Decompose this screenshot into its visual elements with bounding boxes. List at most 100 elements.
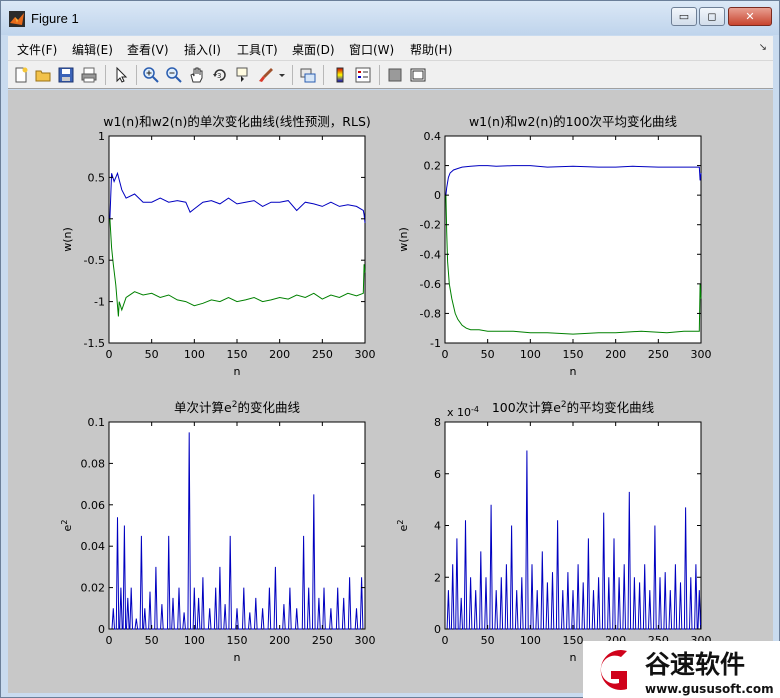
axis-scale-factor: x 10-4 — [447, 405, 479, 420]
x-tick-label: 50 — [145, 634, 159, 647]
plot-area — [108, 135, 366, 344]
brush-icon[interactable] — [257, 66, 275, 84]
open-icon[interactable] — [34, 66, 52, 84]
x-tick-label: 200 — [269, 634, 290, 647]
y-tick-label: -0.8 — [420, 307, 441, 320]
x-tick-label: 0 — [106, 348, 113, 361]
y-axis-label: w(n) — [397, 227, 410, 252]
svg-text:3: 3 — [217, 72, 221, 80]
toolbar: 3 — [8, 61, 773, 89]
close-button[interactable]: ✕ — [728, 7, 772, 26]
x-axis-label: n — [234, 365, 241, 378]
zoom-in-icon[interactable] — [142, 66, 160, 84]
x-tick-label: 100 — [184, 348, 205, 361]
toolbar-separator — [136, 65, 137, 85]
pan-icon[interactable] — [188, 66, 206, 84]
x-tick-label: 200 — [605, 348, 626, 361]
y-tick-label: 0.04 — [81, 540, 106, 553]
x-tick-label: 100 — [520, 348, 541, 361]
y-tick-label: 1 — [98, 130, 105, 143]
y-tick-label: 6 — [434, 468, 441, 481]
menu-help[interactable]: 帮助(H) — [410, 41, 452, 58]
y-tick-label: 0.08 — [81, 457, 106, 470]
legend-icon[interactable] — [354, 66, 372, 84]
zoom-out-icon[interactable] — [165, 66, 183, 84]
watermark-url: www.gususoft.com — [645, 682, 774, 696]
menu-window[interactable]: 窗口(W) — [349, 41, 394, 58]
y-tick-label: 0.5 — [88, 171, 106, 184]
x-tick-label: 250 — [312, 348, 333, 361]
y-tick-label: 0.02 — [81, 582, 106, 595]
y-axis-label: e2 — [60, 520, 75, 532]
x-tick-label: 100 — [520, 634, 541, 647]
x-tick-label: 250 — [312, 634, 333, 647]
menu-tools[interactable]: 工具(T) — [237, 41, 278, 58]
x-tick-label: 0 — [442, 348, 449, 361]
y-tick-label: 0.1 — [88, 416, 106, 429]
watermark-brand: 谷速软件 — [645, 650, 745, 679]
y-tick-label: 2 — [434, 571, 441, 584]
menu-view[interactable]: 查看(V) — [127, 41, 169, 58]
x-tick-label: 0 — [442, 634, 449, 647]
menu-bar: 文件(F) 编辑(E) 查看(V) 插入(I) 工具(T) 桌面(D) 窗口(W… — [8, 36, 773, 61]
y-tick-label: -0.5 — [84, 254, 105, 267]
data-cursor-icon[interactable] — [234, 66, 252, 84]
menu-edit[interactable]: 编辑(E) — [72, 41, 113, 58]
figure-canvas: 0 50 100 150 200 250 300 -1.5 -1 -0.5 0 0.5 1 w1(n)和w… — [8, 90, 773, 693]
menu-desktop[interactable]: 桌面(D) — [292, 41, 335, 58]
x-tick-label: 150 — [227, 634, 248, 647]
axes-4: 0 50 100 150 200 250 30002468100次计算e2的平均变化曲线ne… — [396, 400, 712, 664]
toolbar-separator — [105, 65, 106, 85]
hide-plot-tools-icon[interactable] — [386, 66, 404, 84]
x-tick-label: 50 — [481, 634, 495, 647]
toolbar-separator — [323, 65, 324, 85]
y-tick-label: -0.6 — [420, 278, 441, 291]
x-tick-label: 300 — [355, 348, 376, 361]
x-tick-label: 300 — [691, 348, 712, 361]
window-title: Figure 1 — [31, 11, 79, 26]
x-axis-label: n — [234, 651, 241, 664]
x-tick-label: 50 — [481, 348, 495, 361]
colorbar-icon[interactable] — [331, 66, 349, 84]
dock-arrow-icon[interactable]: ↘ — [759, 42, 767, 53]
y-axis-label: e2 — [396, 520, 411, 532]
x-tick-label: 50 — [145, 348, 159, 361]
dropdown-arrow-icon[interactable] — [277, 66, 287, 84]
x-tick-label: 250 — [648, 348, 669, 361]
y-tick-label: 4 — [434, 520, 441, 533]
toolbar-separator — [292, 65, 293, 85]
new-figure-icon[interactable] — [12, 66, 30, 84]
watermark-logo: 谷速软件 www.gususoft.com — [583, 641, 780, 698]
show-plot-tools-icon[interactable] — [409, 66, 427, 84]
axes-title: 单次计算e2的变化曲线 — [174, 400, 300, 415]
plot-area — [108, 421, 366, 630]
y-tick-label: 0.2 — [424, 160, 442, 173]
select-arrow-icon[interactable] — [112, 66, 130, 84]
y-tick-label: 0 — [434, 623, 441, 636]
axes-3: 0 50 100 150 200 250 300 0 0.02 0.04 0.06 0.08 0.1 单次… — [60, 400, 376, 664]
x-tick-label: 150 — [227, 348, 248, 361]
axes-1: 0 50 100 150 200 250 300 -1.5 -1 -0.5 0 0.5 1w1(n)和w… — [61, 114, 376, 378]
title-bar: Figure 1 ▭ ◻ ✕ — [1, 1, 779, 35]
toolbar-separator — [379, 65, 380, 85]
x-axis-label: n — [570, 651, 577, 664]
x-tick-label: 200 — [269, 348, 290, 361]
maximize-button[interactable]: ◻ — [699, 7, 725, 26]
menu-insert[interactable]: 插入(I) — [184, 41, 221, 58]
axes-2: 0 50 100 150 200 250 300 -1 -0.8 -0.6 -0.4 -0.2 0 0.2… — [397, 114, 712, 378]
y-tick-label: 0 — [434, 189, 441, 202]
y-tick-label: 0.06 — [81, 499, 106, 512]
x-tick-label: 100 — [184, 634, 205, 647]
save-icon[interactable] — [57, 66, 75, 84]
y-tick-label: 8 — [434, 416, 441, 429]
minimize-button[interactable]: ▭ — [671, 7, 697, 26]
x-tick-label: 150 — [563, 634, 584, 647]
axes-title: w1(n)和w2(n)的单次变化曲线(线性预测，RLS) — [103, 114, 371, 129]
x-axis-label: n — [570, 365, 577, 378]
link-plot-icon[interactable] — [299, 66, 317, 84]
print-icon[interactable] — [80, 66, 98, 84]
y-tick-label: -0.4 — [420, 248, 441, 261]
plots-svg: 0 50 100 150 200 250 300-1.5-1-0.500.51w1(n)和w… — [60, 114, 712, 664]
rotate-3d-icon[interactable]: 3 — [211, 66, 229, 84]
menu-file[interactable]: 文件(F) — [17, 41, 57, 58]
